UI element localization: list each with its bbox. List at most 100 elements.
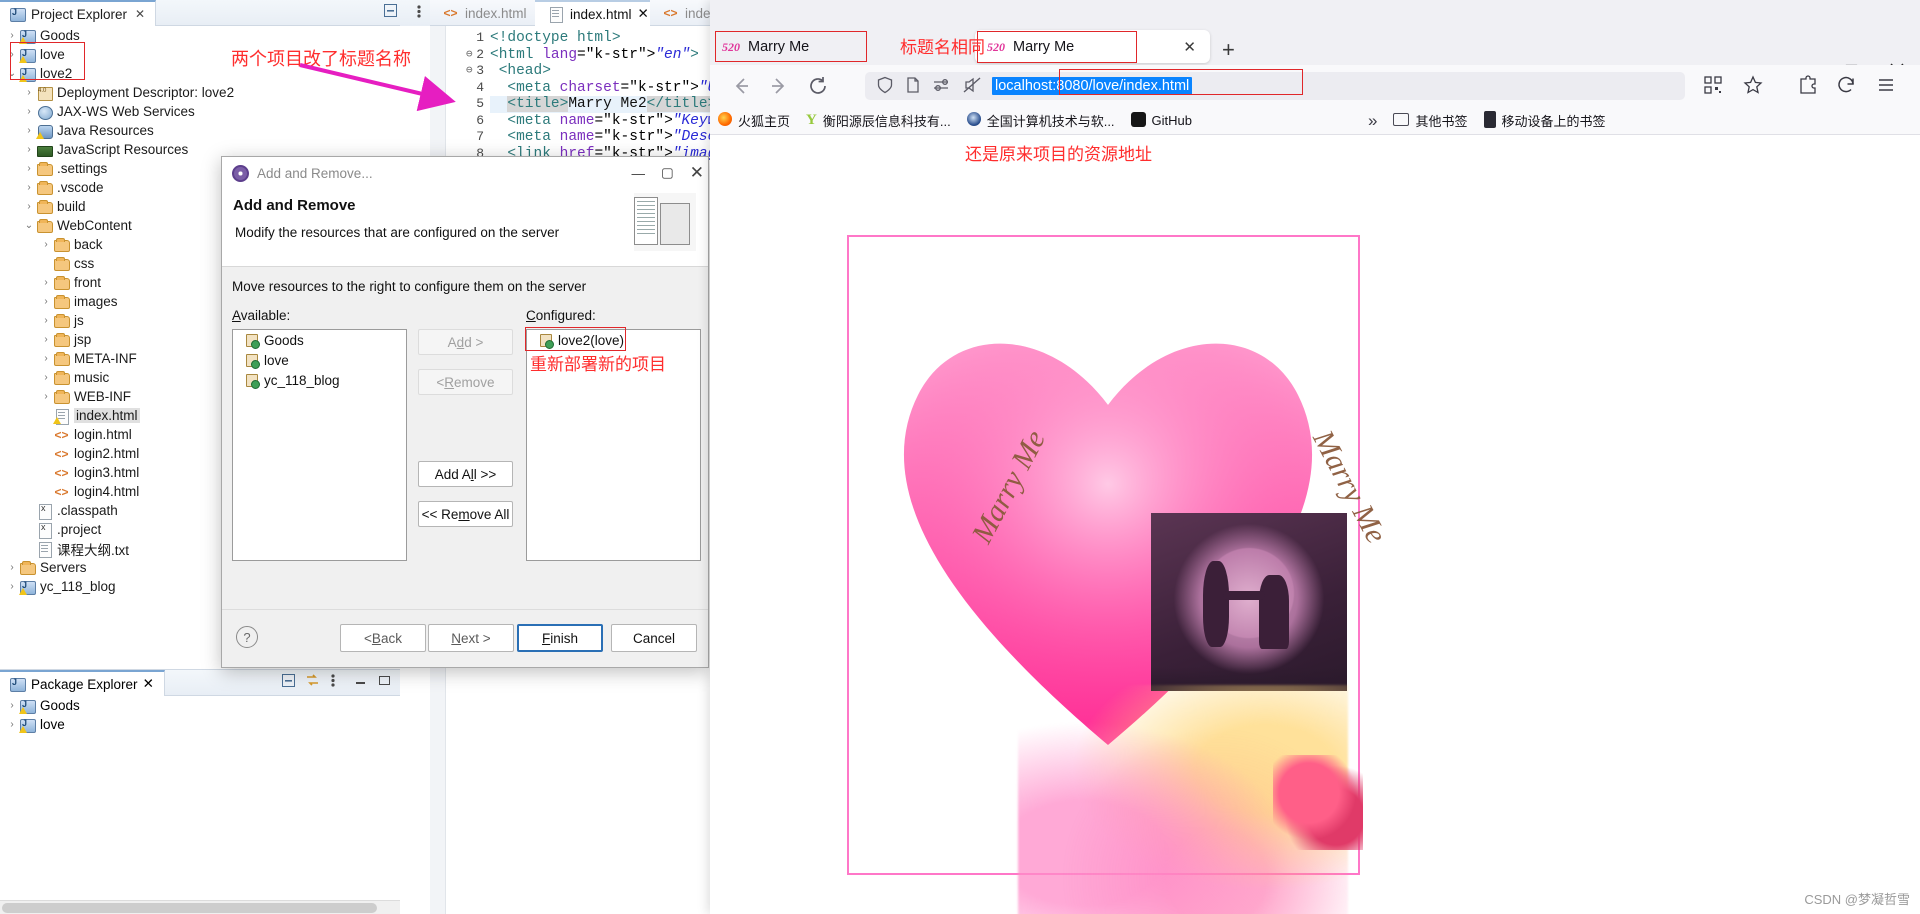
close-icon[interactable]: ✕ bbox=[638, 6, 649, 22]
expand-arrow-icon[interactable]: ⌄ bbox=[6, 68, 18, 79]
view-menu-icon[interactable] bbox=[329, 673, 344, 688]
autoplay-blocked-icon[interactable] bbox=[962, 76, 982, 97]
remove-button[interactable]: < Remove bbox=[418, 369, 513, 395]
available-list-item[interactable]: yc_118_blog bbox=[233, 370, 406, 390]
tree-item-label: build bbox=[57, 199, 86, 214]
bookmark-item-5[interactable]: 其他书签 bbox=[1385, 111, 1475, 130]
expand-arrow-icon[interactable]: › bbox=[23, 163, 35, 174]
annotation-redeploy: 重新部署新的项目 bbox=[530, 355, 666, 374]
tree-item-goods[interactable]: › Goods bbox=[0, 26, 400, 45]
hamburger-menu-icon[interactable] bbox=[1876, 75, 1898, 97]
bookmark-item-1[interactable]: Y 衡阳源辰信息科技有... bbox=[798, 111, 959, 130]
tab-project-explorer[interactable]: Project Explorer ✕ bbox=[0, 0, 157, 26]
fold-toggle-icon[interactable]: ⊖ bbox=[466, 47, 473, 61]
expand-arrow-icon[interactable]: › bbox=[40, 239, 52, 250]
add-button[interactable]: Add > bbox=[418, 329, 513, 355]
tree-item-label: yc_118_blog bbox=[40, 579, 116, 594]
mobile-icon bbox=[1484, 111, 1496, 131]
bookmark-item-2[interactable]: 全国计算机技术与软... bbox=[959, 111, 1123, 130]
add-and-remove-dialog[interactable]: Add and Remove... — ▢ ✕ Add and Remove M… bbox=[221, 156, 709, 668]
annotation-same-title: 标题名相同 bbox=[900, 38, 985, 57]
folder-icon bbox=[36, 199, 53, 215]
expand-arrow-icon[interactable]: › bbox=[23, 144, 35, 155]
pkg-tree-item-goods[interactable]: › Goods bbox=[0, 696, 400, 715]
page-content: Marry Me Marry Me CSDN @梦凝哲雪 bbox=[710, 135, 1920, 914]
view-menu-icon[interactable] bbox=[415, 4, 430, 19]
expand-arrow-icon[interactable]: › bbox=[40, 334, 52, 345]
shield-icon[interactable] bbox=[876, 76, 894, 97]
tree-item-label: images bbox=[74, 294, 118, 309]
arrow-left-icon[interactable] bbox=[730, 75, 752, 97]
available-list-item[interactable]: Goods bbox=[233, 330, 406, 350]
star-icon[interactable] bbox=[1743, 75, 1765, 97]
available-list-item[interactable]: love bbox=[233, 350, 406, 370]
collapse-all-icon[interactable] bbox=[281, 673, 296, 688]
reload-icon[interactable] bbox=[807, 75, 829, 97]
close-icon[interactable]: ✕ bbox=[135, 7, 145, 21]
maximize-button[interactable]: ▢ bbox=[661, 165, 674, 181]
list-item-label: love2(love) bbox=[558, 332, 625, 348]
editor-tab-0[interactable]: <> index.html bbox=[430, 0, 535, 26]
bookmark-item-4[interactable]: » bbox=[1360, 111, 1385, 131]
xml-icon bbox=[36, 522, 53, 539]
help-icon[interactable]: ? bbox=[236, 626, 258, 648]
maximize-icon[interactable] bbox=[377, 673, 392, 688]
arrow-right-icon[interactable] bbox=[768, 75, 790, 97]
available-resources-list[interactable]: Goods love yc_118_blog bbox=[232, 329, 407, 561]
tree-item-label: index.html bbox=[74, 408, 140, 423]
expand-arrow-icon[interactable]: › bbox=[6, 719, 18, 730]
close-icon[interactable]: ✕ bbox=[143, 676, 154, 692]
expand-arrow-icon[interactable]: › bbox=[40, 353, 52, 364]
expand-arrow-icon[interactable]: › bbox=[23, 87, 35, 98]
expand-arrow-icon[interactable]: › bbox=[6, 49, 18, 60]
expand-arrow-icon[interactable]: › bbox=[40, 372, 52, 383]
expand-arrow-icon[interactable]: › bbox=[23, 182, 35, 193]
bookmarks-toolbar[interactable]: 火狐主页 Y 衡阳源辰信息科技有... 全国计算机技术与软... GitHub » 其他书签… bbox=[710, 107, 1920, 135]
close-button[interactable]: ✕ bbox=[690, 163, 704, 183]
link-with-editor-icon[interactable] bbox=[305, 673, 320, 688]
configured-list-item[interactable]: love2(love) bbox=[527, 330, 700, 350]
expand-arrow-icon[interactable]: › bbox=[6, 700, 18, 711]
extensions-icon[interactable] bbox=[1798, 75, 1820, 97]
expand-arrow-icon[interactable]: › bbox=[40, 315, 52, 326]
cancel-button[interactable]: Cancel bbox=[611, 624, 697, 652]
expand-arrow-icon[interactable]: › bbox=[6, 30, 18, 41]
minimize-button[interactable]: — bbox=[631, 166, 645, 181]
finish-button[interactable]: Finish bbox=[517, 624, 603, 652]
folder-icon bbox=[53, 332, 70, 348]
add-all-button[interactable]: Add All >> bbox=[418, 461, 513, 487]
pkg-tree-item-love[interactable]: › love bbox=[0, 715, 400, 734]
expand-arrow-icon[interactable]: › bbox=[40, 277, 52, 288]
bookmark-item-6[interactable]: 移动设备上的书签 bbox=[1476, 111, 1614, 131]
html-icon: <> bbox=[54, 484, 69, 499]
tree-item-java-resources[interactable]: › Java Resources bbox=[0, 121, 400, 140]
package-explorer-tree[interactable]: › Goods › love bbox=[0, 696, 400, 888]
sync-icon[interactable] bbox=[1836, 75, 1858, 97]
bookmark-item-0[interactable]: 火狐主页 bbox=[710, 111, 798, 130]
reader-mode-icon[interactable] bbox=[904, 76, 922, 97]
scrollbar-thumb[interactable] bbox=[2, 903, 377, 913]
url-text[interactable]: localhost:8080/love/index.html bbox=[992, 77, 1193, 95]
permissions-icon[interactable] bbox=[932, 76, 952, 97]
new-tab-button[interactable]: + bbox=[1222, 37, 1235, 63]
expand-arrow-icon[interactable]: › bbox=[23, 106, 35, 117]
expand-arrow-icon[interactable]: › bbox=[6, 581, 18, 592]
expand-arrow-icon[interactable]: › bbox=[23, 125, 35, 136]
collapse-all-icon[interactable] bbox=[383, 3, 398, 18]
tab-package-explorer[interactable]: Package Explorer ✕ bbox=[0, 670, 165, 696]
qr-code-icon[interactable] bbox=[1703, 75, 1725, 97]
url-bar[interactable]: localhost:8080/love/index.html bbox=[865, 72, 1685, 100]
close-icon[interactable]: ✕ bbox=[1183, 38, 1196, 56]
expand-arrow-icon[interactable]: › bbox=[40, 391, 52, 402]
expand-arrow-icon[interactable]: › bbox=[40, 296, 52, 307]
editor-tab-1[interactable]: index.html ✕ bbox=[535, 0, 650, 26]
dialog-titlebar: Add and Remove... — ▢ ✕ bbox=[222, 157, 708, 189]
minimize-icon[interactable] bbox=[353, 673, 368, 688]
bookmark-item-3[interactable]: GitHub bbox=[1123, 112, 1200, 130]
package-explorer-hscrollbar[interactable] bbox=[0, 900, 400, 914]
expand-arrow-icon[interactable]: › bbox=[6, 562, 18, 573]
overflow-chevron-icon[interactable]: » bbox=[1368, 111, 1377, 131]
expand-arrow-icon[interactable]: ⌄ bbox=[23, 220, 35, 231]
expand-arrow-icon[interactable]: › bbox=[23, 201, 35, 212]
remove-all-button[interactable]: << Re m ove All bbox=[418, 501, 513, 527]
